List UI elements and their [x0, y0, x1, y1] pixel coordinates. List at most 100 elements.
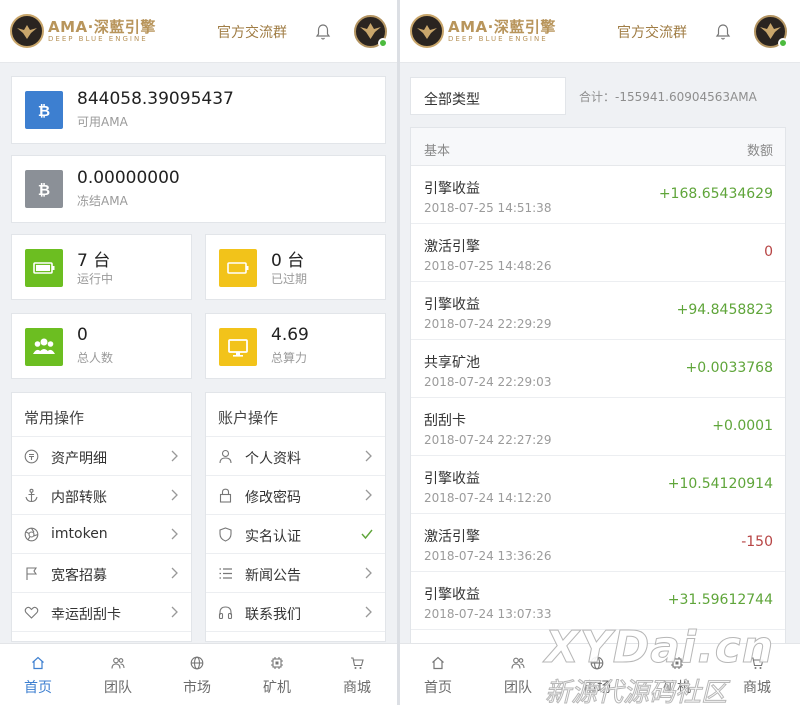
menu-item-label: 新闻公告 — [245, 568, 301, 584]
eagle-logo-icon — [410, 14, 444, 48]
total-members-card[interactable]: 0 总人数 — [11, 313, 192, 379]
logo-subtitle: DEEP BLUE ENGINE — [48, 35, 148, 43]
eagle-logo-icon — [10, 14, 44, 48]
cart-icon — [751, 657, 764, 669]
transaction-type: 引擎收益 — [424, 297, 480, 313]
menu-item-change-password[interactable]: 修改密码 — [206, 476, 385, 515]
nav-miners[interactable]: 矿机 — [657, 644, 697, 705]
nav-market[interactable]: 市场 — [177, 644, 217, 705]
transaction-row[interactable]: 引擎收益 2018-07-24 13:07:33 +31.59612744 — [411, 572, 785, 630]
battery-full-icon — [25, 249, 63, 287]
menu-item-label: 实名认证 — [245, 529, 301, 545]
transaction-row[interactable]: 引擎收益 2018-07-24 14:12:20 +10.54120914 — [411, 456, 785, 514]
frozen-label: 冻结AMA — [77, 194, 128, 208]
avatar[interactable] — [354, 15, 388, 48]
transaction-row[interactable]: 共享矿池 2018-07-24 22:29:03 +0.0033768 — [411, 340, 785, 398]
logo-title: AMA·深藍引擎 — [48, 18, 156, 36]
menu-item-internal-transfer[interactable]: 内部转账 — [12, 476, 191, 515]
nav-miners[interactable]: 矿机 — [257, 644, 297, 705]
globe-icon — [590, 656, 604, 670]
bell-icon[interactable] — [715, 23, 731, 41]
bitcoin-icon: ₿ — [25, 170, 63, 208]
menu-item-imtoken[interactable]: imtoken — [12, 515, 191, 554]
official-group-link[interactable]: 官方交流群 — [617, 22, 687, 42]
frozen-balance-card[interactable]: ₿ 0.00000000 冻结AMA — [11, 155, 386, 223]
transaction-time: 2018-07-24 13:07:33 — [424, 607, 552, 621]
app-header: AMA·深藍引擎 DEEP BLUE ENGINE 官方交流群 — [0, 0, 397, 63]
nav-label: 团队 — [504, 680, 532, 696]
menu-item-identity-verification[interactable]: 实名认证 — [206, 515, 385, 554]
chevron-right-icon — [171, 606, 178, 618]
transaction-row[interactable]: 引擎收益 2018-07-25 14:51:38 +168.65434629 — [411, 166, 785, 224]
menu-item-lucky-scratch-card[interactable]: 幸运刮刮卡 — [12, 593, 191, 632]
menu-item-label: 资产明细 — [51, 451, 107, 467]
nav-home[interactable]: 首页 — [18, 644, 58, 705]
transaction-time: 2018-07-24 22:29:29 — [424, 317, 552, 331]
brand-logo[interactable]: AMA·深藍引擎 DEEP BLUE ENGINE — [10, 14, 155, 48]
members-label: 总人数 — [77, 351, 114, 365]
transaction-amount: +10.54120914 — [667, 476, 773, 492]
checkmark-icon — [361, 529, 373, 540]
nav-market[interactable]: 市场 — [577, 644, 617, 705]
type-filter-select[interactable]: 全部类型 — [410, 77, 566, 115]
hashrate-card[interactable]: 4.69 总算力 — [205, 313, 386, 379]
lock-icon — [219, 488, 232, 503]
available-label: 可用AMA — [77, 115, 128, 129]
official-group-link[interactable]: 官方交流群 — [217, 22, 287, 42]
frozen-amount: 0.00000000 — [77, 168, 180, 188]
eagle-avatar-icon — [360, 23, 381, 39]
menu-item-label: 宽客招募 — [51, 568, 107, 584]
expired-count: 0 台 — [271, 251, 305, 271]
menu-item-label: 内部转账 — [51, 490, 107, 506]
svg-text:₿: ₿ — [38, 181, 50, 199]
transaction-amount: +0.0033768 — [685, 360, 773, 376]
chevron-right-icon — [171, 567, 178, 579]
list-header: 基本 数额 — [411, 128, 785, 166]
transaction-time: 2018-07-24 13:36:26 — [424, 549, 552, 563]
home-icon — [32, 656, 44, 670]
menu-item-label: 修改密码 — [245, 490, 301, 506]
nav-team[interactable]: 团队 — [498, 644, 538, 705]
transaction-row[interactable]: 引擎收益 2018-07-24 22:29:29 +94.8458823 — [411, 282, 785, 340]
transaction-type: 引擎收益 — [424, 587, 480, 603]
menu-item-contact-us[interactable]: 联系我们 — [206, 593, 385, 632]
transaction-row[interactable]: 激活引擎 2018-07-24 13:36:26 -150 — [411, 514, 785, 572]
avatar[interactable] — [754, 15, 788, 48]
transaction-time: 2018-07-24 22:29:03 — [424, 375, 552, 389]
transaction-amount: +31.59612744 — [667, 592, 773, 608]
logo-subtitle: DEEP BLUE ENGINE — [448, 35, 548, 43]
expired-label: 已过期 — [271, 272, 308, 286]
monitor-icon — [219, 328, 257, 366]
asset-detail-panel: AMA·深藍引擎 DEEP BLUE ENGINE 官方交流群 全部类型 合计：… — [400, 0, 800, 705]
nav-label: 商城 — [743, 680, 771, 696]
transaction-time: 2018-07-24 14:12:20 — [424, 491, 552, 505]
brand-logo[interactable]: AMA·深藍引擎 DEEP BLUE ENGINE — [410, 14, 555, 48]
transaction-type: 引擎收益 — [424, 181, 480, 197]
transaction-type: 激活引擎 — [424, 529, 480, 545]
transaction-row[interactable]: 激活引擎 2018-07-25 14:48:26 0 — [411, 224, 785, 282]
menu-item-profile[interactable]: 个人资料 — [206, 437, 385, 476]
menu-item-news[interactable]: 新闻公告 — [206, 554, 385, 593]
running-label: 运行中 — [77, 272, 114, 286]
transaction-row[interactable]: 刮刮卡 2018-07-24 22:27:29 +0.0001 — [411, 398, 785, 456]
bell-icon[interactable] — [315, 23, 331, 41]
app-header: AMA·深藍引擎 DEEP BLUE ENGINE 官方交流群 — [400, 0, 800, 63]
column-basic: 基本 — [424, 144, 451, 159]
nav-shop[interactable]: 商城 — [337, 644, 377, 705]
chevron-right-icon — [365, 450, 372, 462]
transaction-type: 刮刮卡 — [424, 413, 466, 429]
chevron-right-icon — [171, 528, 178, 540]
menu-item-recruitment[interactable]: 宽客招募 — [12, 554, 191, 593]
nav-label: 矿机 — [663, 680, 691, 696]
expired-machines-card[interactable]: 0 台 已过期 — [205, 234, 386, 300]
chip-icon — [271, 657, 283, 669]
nav-team[interactable]: 团队 — [98, 644, 138, 705]
available-balance-card[interactable]: ₿ 844058.39095437 可用AMA — [11, 76, 386, 144]
nav-home[interactable]: 首页 — [418, 644, 458, 705]
available-amount: 844058.39095437 — [77, 89, 234, 109]
menu-item-asset-details[interactable]: 资产明细 — [12, 437, 191, 476]
running-machines-card[interactable]: 7 台 运行中 — [11, 234, 192, 300]
nav-shop[interactable]: 商城 — [737, 644, 777, 705]
transaction-type: 激活引擎 — [424, 239, 480, 255]
transaction-list: 基本 数额 引擎收益 2018-07-25 14:51:38 +168.654346… — [410, 127, 786, 647]
